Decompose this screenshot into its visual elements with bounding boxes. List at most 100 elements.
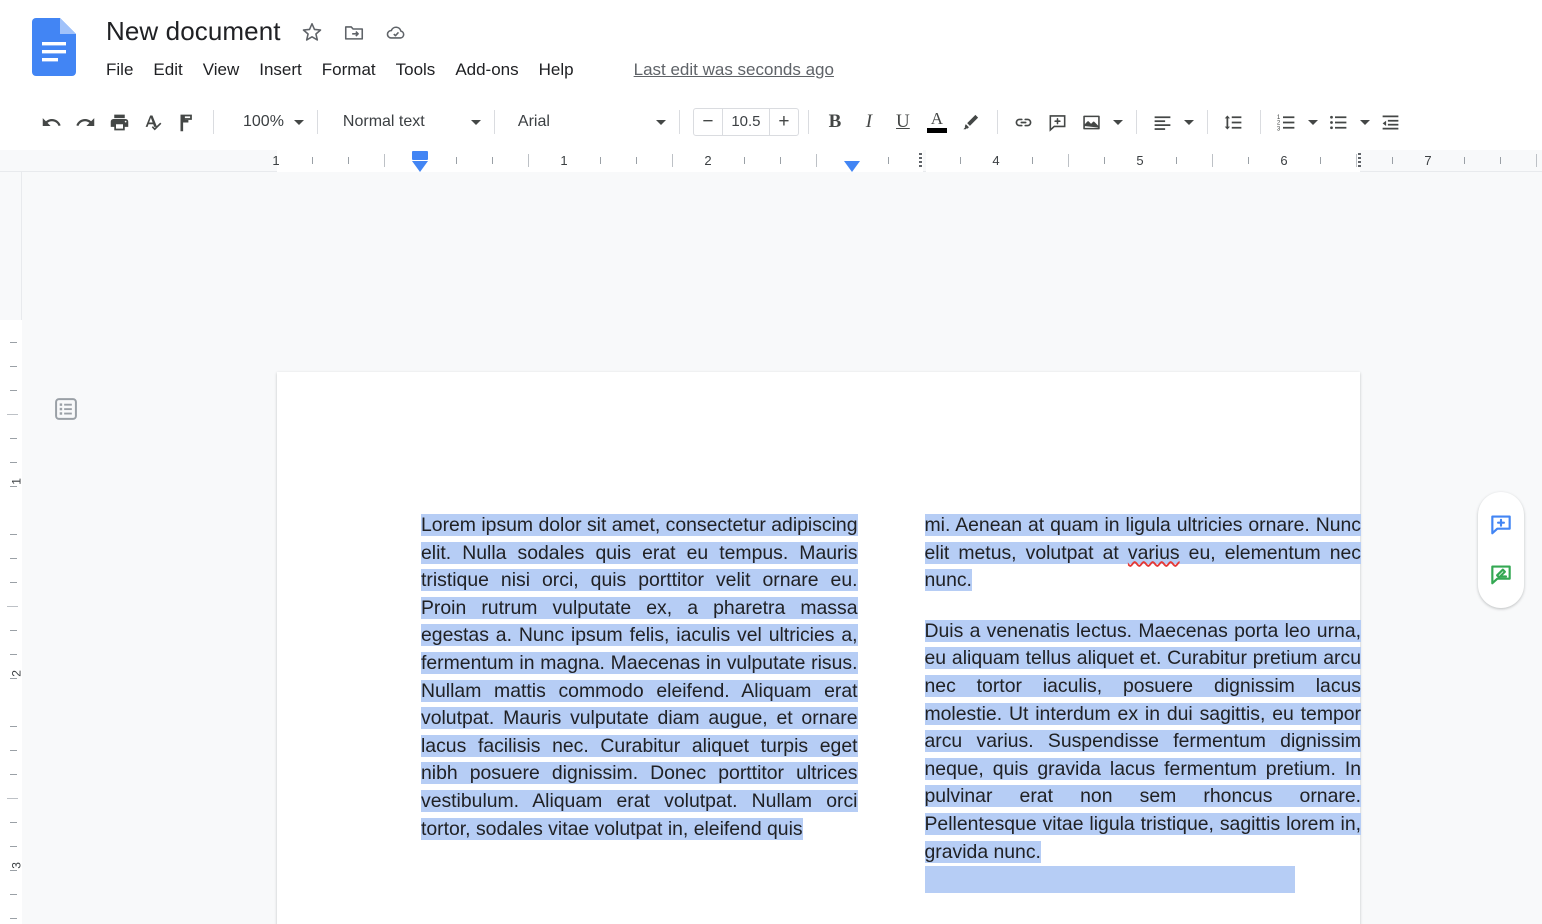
selection-trailing-block bbox=[924, 866, 1295, 894]
menu-item-file[interactable]: File bbox=[106, 58, 143, 82]
suggest-edit-bubble-icon[interactable] bbox=[1488, 562, 1514, 588]
cloud-saved-icon[interactable] bbox=[385, 21, 407, 43]
chevron-down-icon[interactable] bbox=[1180, 105, 1198, 139]
menu-item-tools[interactable]: Tools bbox=[386, 58, 446, 82]
redo-button[interactable] bbox=[68, 105, 102, 139]
document-canvas[interactable]: 1 2 3 Lorem ipsum dolor sit amet, consec… bbox=[0, 172, 1542, 924]
bulleted-list-icon[interactable] bbox=[1322, 105, 1356, 139]
toolbar-divider bbox=[996, 110, 998, 134]
add-comment-bubble-icon[interactable] bbox=[1488, 512, 1514, 538]
align-left-icon[interactable] bbox=[1146, 105, 1180, 139]
bold-button[interactable]: B bbox=[818, 105, 852, 139]
ruler-number: 2 bbox=[704, 153, 712, 168]
formatting-toolbar: 100% Normal text Arial − 10.5 + B I U A bbox=[0, 94, 1542, 150]
paint-format-button[interactable] bbox=[170, 105, 204, 139]
chevron-down-icon[interactable] bbox=[1304, 105, 1322, 139]
decrease-indent-icon[interactable] bbox=[1374, 105, 1408, 139]
vruler-number: 1 bbox=[10, 478, 24, 485]
vruler-number: 2 bbox=[10, 670, 24, 677]
last-edit-status[interactable]: Last edit was seconds ago bbox=[634, 60, 834, 80]
spellcheck-button[interactable] bbox=[136, 105, 170, 139]
text-color-button[interactable]: A bbox=[920, 105, 954, 139]
font-size-input[interactable]: 10.5 bbox=[721, 109, 770, 135]
left-indent-marker[interactable] bbox=[412, 151, 428, 160]
print-button[interactable] bbox=[102, 105, 136, 139]
toolbar-divider bbox=[1206, 110, 1208, 134]
move-to-folder-icon[interactable] bbox=[343, 21, 365, 43]
chevron-down-icon[interactable] bbox=[1109, 105, 1127, 139]
menu-bar: File Edit View Insert Format Tools Add-o… bbox=[106, 58, 834, 82]
insert-link-icon[interactable] bbox=[1007, 105, 1041, 139]
menu-item-view[interactable]: View bbox=[193, 58, 250, 82]
font-family-value: Arial bbox=[517, 113, 550, 130]
toolbar-divider bbox=[316, 110, 318, 134]
misspelled-word[interactable]: varius bbox=[1127, 541, 1180, 564]
paragraph-style-value: Normal text bbox=[342, 113, 425, 130]
vertical-ruler[interactable]: 1 2 3 bbox=[0, 172, 24, 924]
svg-text:3: 3 bbox=[1277, 125, 1281, 132]
text-column-right[interactable]: mi. Aenean at quam in ligula ultricies o… bbox=[924, 512, 1361, 894]
toolbar-divider bbox=[493, 110, 495, 134]
column-divider-marker[interactable] bbox=[1358, 153, 1361, 169]
text-color-swatch bbox=[926, 128, 947, 133]
italic-button[interactable]: I bbox=[852, 105, 886, 139]
zoom-value: 100% bbox=[243, 113, 284, 130]
page-title[interactable]: New document bbox=[106, 16, 281, 47]
first-line-indent-marker[interactable] bbox=[412, 161, 428, 172]
menu-item-edit[interactable]: Edit bbox=[143, 58, 192, 82]
ruler-number: 7 bbox=[1424, 153, 1432, 168]
document-body[interactable]: Lorem ipsum dolor sit amet, consectetur … bbox=[421, 512, 1361, 924]
toolbar-divider bbox=[807, 110, 809, 134]
toolbar-divider bbox=[1259, 110, 1261, 134]
add-comment-icon[interactable] bbox=[1041, 105, 1075, 139]
paragraph[interactable]: Lorem ipsum dolor sit amet, consectetur … bbox=[421, 512, 858, 843]
right-indent-marker[interactable] bbox=[844, 161, 860, 172]
paragraph-style-selector[interactable]: Normal text bbox=[335, 105, 485, 139]
ruler-number: 1 bbox=[560, 153, 568, 168]
app-header: New document File Edit View Insert Forma… bbox=[0, 0, 1542, 94]
vruler-number: 3 bbox=[10, 862, 24, 869]
font-size-stepper[interactable]: − 10.5 + bbox=[692, 108, 799, 136]
increase-font-size-button[interactable]: + bbox=[770, 109, 798, 135]
toolbar-divider bbox=[678, 110, 680, 134]
ruler-number: 1 bbox=[272, 153, 280, 168]
title-row: New document bbox=[106, 16, 407, 47]
column-divider-marker[interactable] bbox=[919, 153, 922, 169]
ruler-number: 4 bbox=[992, 153, 1000, 168]
document-outline-icon[interactable] bbox=[50, 393, 82, 425]
star-icon[interactable] bbox=[301, 21, 323, 43]
selected-text: Lorem ipsum dolor sit amet, consectetur … bbox=[421, 514, 858, 840]
paragraph[interactable]: mi. Aenean at quam in ligula ultricies o… bbox=[924, 512, 1361, 595]
numbered-list-icon[interactable]: 1 2 3 bbox=[1270, 105, 1304, 139]
text-column-left[interactable]: Lorem ipsum dolor sit amet, consectetur … bbox=[421, 512, 858, 893]
text-color-letter: A bbox=[930, 109, 944, 128]
menu-item-format[interactable]: Format bbox=[312, 58, 386, 82]
menu-item-insert[interactable]: Insert bbox=[249, 58, 312, 82]
selected-text: Duis a venenatis lectus. Maecenas porta … bbox=[924, 619, 1361, 863]
paragraph[interactable]: Duis a venenatis lectus. Maecenas porta … bbox=[924, 618, 1361, 866]
chevron-down-icon[interactable] bbox=[652, 105, 670, 139]
chevron-down-icon[interactable] bbox=[467, 105, 485, 139]
undo-button[interactable] bbox=[34, 105, 68, 139]
highlight-pen-icon[interactable] bbox=[954, 105, 988, 139]
decrease-font-size-button[interactable]: − bbox=[694, 109, 722, 135]
document-page[interactable]: Lorem ipsum dolor sit amet, consectetur … bbox=[277, 372, 1361, 924]
vruler-page-area bbox=[0, 320, 22, 924]
toolbar-divider bbox=[1135, 110, 1137, 134]
zoom-selector[interactable]: 100% bbox=[233, 105, 308, 139]
two-column-section: Lorem ipsum dolor sit amet, consectetur … bbox=[421, 512, 1361, 894]
document-actions-panel bbox=[1478, 492, 1524, 608]
menu-item-addons[interactable]: Add-ons bbox=[445, 58, 528, 82]
ruler-number: 5 bbox=[1136, 153, 1144, 168]
toolbar-divider bbox=[213, 110, 214, 134]
menu-item-help[interactable]: Help bbox=[529, 58, 584, 82]
underline-button[interactable]: U bbox=[886, 105, 920, 139]
line-spacing-icon[interactable] bbox=[1217, 105, 1251, 139]
chevron-down-icon[interactable] bbox=[290, 105, 308, 139]
ruler-number: 6 bbox=[1280, 153, 1288, 168]
google-docs-logo[interactable] bbox=[32, 18, 76, 76]
font-family-selector[interactable]: Arial bbox=[510, 105, 670, 139]
horizontal-ruler[interactable]: 1 1 2 4 5 6 7 bbox=[0, 150, 1542, 172]
chevron-down-icon[interactable] bbox=[1356, 105, 1374, 139]
insert-image-icon[interactable] bbox=[1075, 105, 1109, 139]
